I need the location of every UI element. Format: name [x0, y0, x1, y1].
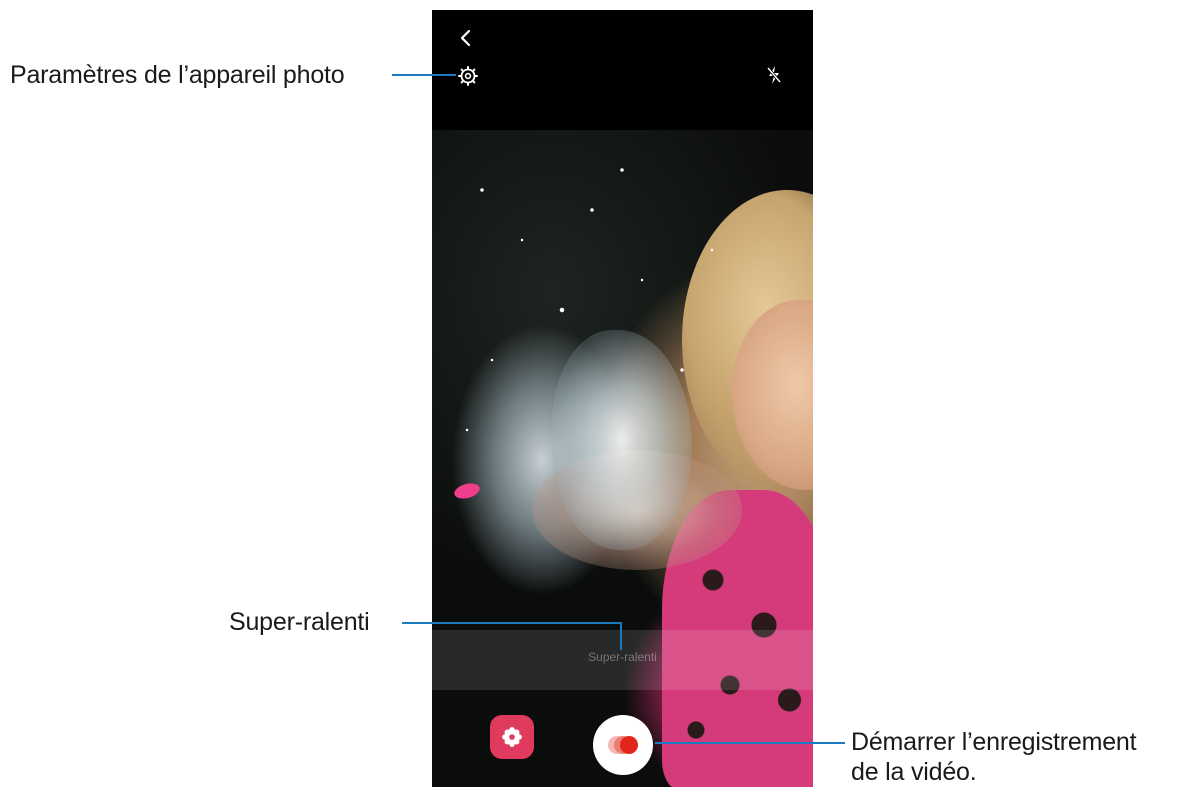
record-button[interactable] [593, 715, 653, 775]
flash-off-icon[interactable] [764, 64, 784, 86]
back-chevron-icon[interactable] [456, 26, 476, 50]
settings-callout-line [392, 74, 456, 76]
camera-top-bar [432, 10, 813, 130]
mode-label[interactable]: Super-ralenti [432, 650, 813, 664]
mode-callout-line-v [620, 622, 622, 650]
record-callout-line [655, 742, 845, 744]
record-callout-label-2: de la vidéo. [851, 758, 977, 786]
phone-screen: Super-ralenti [432, 10, 813, 787]
record-callout-label-1: Démarrer l’enregistrement [851, 728, 1137, 756]
mode-callout-line-h [402, 622, 622, 624]
gear-icon[interactable] [458, 66, 478, 86]
record-dot-main [620, 736, 638, 754]
mode-callout-label: Super-ralenti [229, 608, 370, 636]
camera-preview: Super-ralenti [432, 130, 813, 787]
flower-effect-icon[interactable] [490, 715, 534, 759]
settings-callout-label: Paramètres de l’appareil photo [10, 61, 345, 89]
